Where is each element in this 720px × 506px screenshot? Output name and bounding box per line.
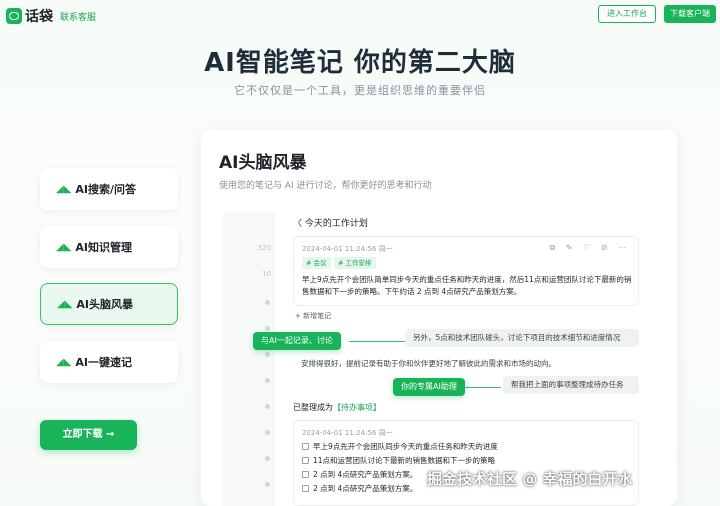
user-bubble: 与AI一起记录、讨论 <box>253 332 341 350</box>
checkbox-icon[interactable] <box>302 471 309 478</box>
note-card[interactable]: 2024-04-01 11:24:56 周一 ⧉ ✎ ♡ ⊘ ⋯ # 会议 # … <box>293 236 639 306</box>
hero-subtitle: 它不仅仅是一个工具，更是组织思维的重要伴侣 <box>234 84 486 97</box>
hero-title: AI智能笔记 你的第二大脑 <box>204 48 516 78</box>
dot-icon <box>265 456 270 461</box>
panel-subtitle: 使用您的笔记与 AI 进行讨论，帮你更好的思考和行动 <box>219 181 432 191</box>
top-bar: 话袋 联系客服 进入工作台 下载客户端 <box>0 0 720 30</box>
ai-icon: ◢◣ <box>56 183 72 195</box>
note-timestamp: 2024-04-01 11:24:56 周一 <box>302 245 393 253</box>
download-now-button[interactable]: 立即下载 → <box>40 420 137 450</box>
arrow-connector <box>349 341 405 342</box>
sidebar-item-label: AI头脑风暴 <box>76 298 133 311</box>
dot-icon <box>265 352 270 357</box>
note-body: 早上9点先开个会团队简单同步今天的重点任务和昨天的进度，然后11点和运营团队讨论… <box>302 275 632 296</box>
note-actions-icon[interactable]: ⧉ ✎ ♡ ⊘ ⋯ <box>550 243 630 253</box>
sidebar-item-ai-brainstorm[interactable]: ◢◣ AI头脑风暴 <box>40 283 178 325</box>
checkbox-icon[interactable] <box>302 443 309 450</box>
dot-icon <box>265 300 270 305</box>
todo-label-highlight: 【待办事项】 <box>333 403 381 412</box>
dot-icon <box>265 378 270 383</box>
feature-panel: AI头脑风暴 使用您的笔记与 AI 进行讨论，帮你更好的思考和行动 320 10… <box>201 130 677 506</box>
enter-workspace-button[interactable]: 进入工作台 <box>598 5 656 23</box>
sidebar-item-ai-knowledge[interactable]: ◢◣ AI知识管理 <box>40 226 178 268</box>
ai-comment-line: 安排得很好，提前记录有助于你和伙伴更好地了解彼此的需求和市场的动向。 <box>301 359 556 368</box>
gutter-number: 320 <box>257 244 271 252</box>
sidebar-item-label: AI一键速记 <box>75 356 132 369</box>
note-title[interactable]: 〈 今天的工作计划 <box>293 216 368 229</box>
assistant-bubble: 你的专属AI助理 <box>393 378 465 396</box>
chat-bubble-icon <box>6 8 22 24</box>
todo-item-text: 2 点到 4点研究产品策划方案。 <box>313 484 418 493</box>
dot-icon <box>265 430 270 435</box>
todo-item-text: 早上9点先开个会团队同步今天的重点任务和昨天的进度 <box>313 442 498 451</box>
todo-prefix: 已整理成为 <box>293 403 333 412</box>
arrow-connector <box>463 387 501 388</box>
contact-support-link[interactable]: 联系客服 <box>60 10 96 23</box>
todo-item-text: 2 点到 4点研究产品策划方案。 <box>313 470 418 479</box>
tag-work-plan[interactable]: # 工作安排 <box>334 257 376 269</box>
todo-item[interactable]: 早上9点先开个会团队同步今天的重点任务和昨天的进度 <box>302 441 498 452</box>
checkbox-icon[interactable] <box>302 485 309 492</box>
todo-item[interactable]: 2 点到 4点研究产品策划方案。 <box>302 483 417 494</box>
dot-icon <box>265 482 270 487</box>
checkbox-icon[interactable] <box>302 457 309 464</box>
watermark: 掘金技术社区 @ 幸福的白开水 <box>427 470 633 488</box>
logo[interactable]: 话袋 <box>6 6 53 26</box>
tag-meeting[interactable]: # 会议 <box>302 257 331 269</box>
todo-card[interactable]: 2024-04-01 11:24:56 周一 早上9点先开个会团队同步今天的重点… <box>293 420 639 506</box>
sidebar-item-label: AI知识管理 <box>75 241 132 254</box>
ai-icon: ◢◣ <box>56 241 72 253</box>
panel-title: AI头脑风暴 <box>219 153 307 173</box>
dot-icon <box>265 404 270 409</box>
todo-item[interactable]: 11点和运营团队讨论下最新的销售数据和下一步的策略 <box>302 455 495 466</box>
ai-reply-bubble: 另外，5点和技术团队碰头，讨论下项目的技术细节和进度情况 <box>405 329 639 347</box>
user-request-bubble: 帮我把上面的事项整理成待办任务 <box>503 376 639 394</box>
note-list-gutter: 320 10 <box>223 212 275 506</box>
download-client-button[interactable]: 下载客户端 <box>664 5 716 23</box>
todo-label: 已整理成为【待办事项】 <box>293 402 381 413</box>
ai-icon: ◢◣ <box>56 356 72 368</box>
add-note-button[interactable]: + 新增笔记 <box>295 311 331 321</box>
todo-timestamp: 2024-04-01 11:24:56 周一 <box>302 429 393 437</box>
todo-item-text: 11点和运营团队讨论下最新的销售数据和下一步的策略 <box>313 456 496 465</box>
gutter-number: 10 <box>262 270 271 278</box>
logo-text: 话袋 <box>25 9 53 25</box>
sidebar-item-ai-quicknote[interactable]: ◢◣ AI一键速记 <box>40 341 178 383</box>
todo-item[interactable]: 2 点到 4点研究产品策划方案。 <box>302 469 417 480</box>
dot-icon <box>265 326 270 331</box>
sidebar-item-ai-search[interactable]: ◢◣ AI搜索/问答 <box>40 168 178 210</box>
ai-icon: ◢◣ <box>57 298 73 310</box>
sidebar-item-label: AI搜索/问答 <box>75 183 137 196</box>
